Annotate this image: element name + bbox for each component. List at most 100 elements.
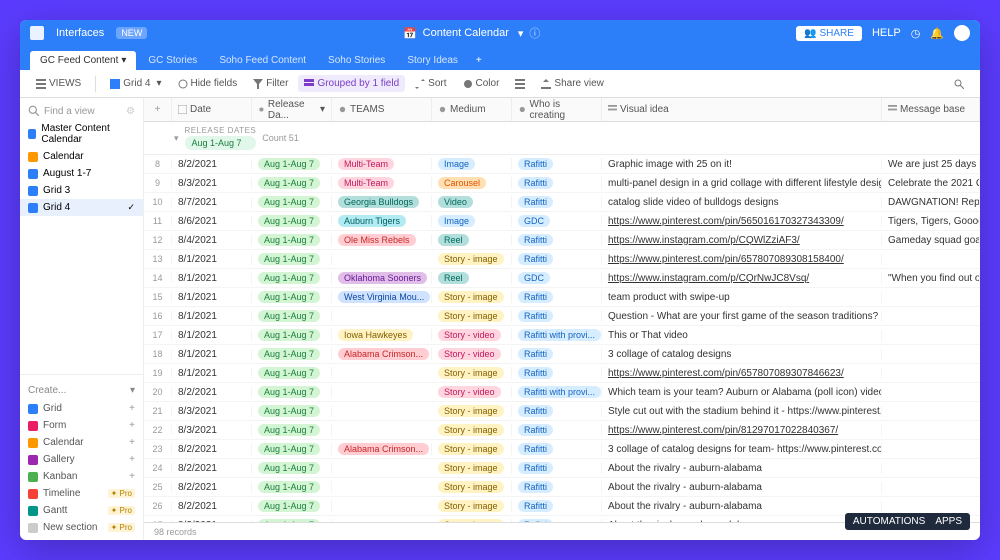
cell-date[interactable]: 8/1/2021 — [172, 273, 252, 284]
create-view-item[interactable]: Calendar+ — [20, 434, 143, 451]
row-height-button[interactable] — [509, 76, 531, 92]
rows-container[interactable]: ▾ RELEASE DATES Aug 1-Aug 7 Count 51 8 8… — [144, 122, 980, 522]
cell-medium[interactable]: Story - image — [432, 443, 512, 455]
cell-medium[interactable]: Image — [432, 158, 512, 170]
cell-release[interactable]: Aug 1-Aug 7 — [252, 424, 332, 436]
sidebar-view-item[interactable]: Grid 3 — [20, 182, 143, 199]
cell-creator[interactable]: Rafitti — [512, 443, 602, 455]
cell-medium[interactable]: Story - video — [432, 386, 512, 398]
col-message[interactable]: Message base — [882, 98, 980, 121]
cell-release[interactable]: Aug 1-Aug 7 — [252, 158, 332, 170]
create-view-item[interactable]: Gallery+ — [20, 451, 143, 468]
cell-visual[interactable]: catalog slide video of bulldogs designs — [602, 197, 882, 208]
table-row[interactable]: 13 8/1/2021 Aug 1-Aug 7 Story - image Ra… — [144, 250, 980, 269]
cell-release[interactable]: Aug 1-Aug 7 — [252, 291, 332, 303]
table-tab[interactable]: Story Ideas — [397, 51, 468, 70]
sidebar-view-item[interactable]: Master Content Calendar — [20, 120, 143, 148]
cell-date[interactable]: 8/3/2021 — [172, 425, 252, 436]
hide-fields-button[interactable]: Hide fields — [172, 75, 244, 92]
table-row[interactable]: 25 8/2/2021 Aug 1-Aug 7 Story - image Ra… — [144, 478, 980, 497]
cell-date[interactable]: 8/1/2021 — [172, 330, 252, 341]
cell-teams[interactable]: Multi-Team — [332, 158, 432, 170]
cell-date[interactable]: 8/3/2021 — [172, 178, 252, 189]
interfaces-link[interactable]: Interfaces — [56, 27, 104, 39]
table-row[interactable]: 20 8/2/2021 Aug 1-Aug 7 Story - video Ra… — [144, 383, 980, 402]
cell-date[interactable]: 8/2/2021 — [172, 482, 252, 493]
cell-date[interactable]: 8/1/2021 — [172, 311, 252, 322]
cell-creator[interactable]: Rafitti — [512, 158, 602, 170]
create-section-header[interactable]: Create...▾ — [20, 381, 143, 400]
create-view-item[interactable]: Timeline✦ Pro — [20, 485, 143, 502]
cell-release[interactable]: Aug 1-Aug 7 — [252, 234, 332, 246]
table-row[interactable]: 12 8/4/2021 Aug 1-Aug 7 Ole Miss Rebels … — [144, 231, 980, 250]
table-row[interactable]: 19 8/1/2021 Aug 1-Aug 7 Story - image Ra… — [144, 364, 980, 383]
col-date[interactable]: Date — [172, 98, 252, 121]
cell-creator[interactable]: GDC — [512, 272, 602, 284]
table-tab[interactable]: GC Stories — [138, 51, 207, 70]
cell-visual[interactable]: https://www.pinterest.com/pin/8129701702… — [602, 425, 882, 436]
cell-creator[interactable]: Rafitti — [512, 348, 602, 360]
sidebar-view-item[interactable]: Grid 4✓ — [20, 199, 143, 216]
cell-date[interactable]: 8/1/2021 — [172, 292, 252, 303]
link-text[interactable]: https://www.pinterest.com/pin/8129701702… — [608, 425, 838, 436]
cell-teams[interactable]: Alabama Crimson... — [332, 443, 432, 455]
cell-date[interactable]: 8/7/2021 — [172, 197, 252, 208]
create-view-item[interactable]: Kanban+ — [20, 468, 143, 485]
cell-date[interactable]: 8/4/2021 — [172, 235, 252, 246]
info-icon[interactable]: ⓘ — [529, 25, 540, 41]
cell-date[interactable]: 8/2/2021 — [172, 387, 252, 398]
table-row[interactable]: 14 8/1/2021 Aug 1-Aug 7 Oklahoma Sooners… — [144, 269, 980, 288]
cell-teams[interactable]: Iowa Hawkeyes — [332, 329, 432, 341]
cell-medium[interactable]: Story - image — [432, 500, 512, 512]
table-row[interactable]: 11 8/6/2021 Aug 1-Aug 7 Auburn Tigers Im… — [144, 212, 980, 231]
cell-date[interactable]: 8/2/2021 — [172, 444, 252, 455]
cell-medium[interactable]: Video — [432, 196, 512, 208]
avatar[interactable] — [954, 25, 970, 41]
cell-release[interactable]: Aug 1-Aug 7 — [252, 196, 332, 208]
link-text[interactable]: https://www.pinterest.com/pin/5650161703… — [608, 216, 844, 227]
create-view-item[interactable]: Gantt✦ Pro — [20, 502, 143, 519]
cell-medium[interactable]: Story - image — [432, 405, 512, 417]
col-visual[interactable]: Visual idea — [602, 98, 882, 121]
cell-visual[interactable]: 3 collage of catalog designs — [602, 349, 882, 360]
filter-button[interactable]: Filter — [247, 75, 294, 92]
group-button[interactable]: Grouped by 1 field — [298, 75, 405, 92]
sidebar-view-item[interactable]: Calendar — [20, 148, 143, 165]
col-medium[interactable]: Medium — [432, 98, 512, 121]
cell-message[interactable]: Celebrate the 2021 College Football seas… — [882, 178, 980, 189]
cell-release[interactable]: Aug 1-Aug 7 — [252, 500, 332, 512]
share-button[interactable]: 👥SHARE — [796, 26, 862, 41]
cell-creator[interactable]: Rafitti — [512, 291, 602, 303]
cell-creator[interactable]: Rafitti — [512, 310, 602, 322]
cell-date[interactable]: 8/2/2021 — [172, 501, 252, 512]
cell-medium[interactable]: Story - image — [432, 367, 512, 379]
color-button[interactable]: Color — [457, 75, 506, 92]
link-text[interactable]: https://www.pinterest.com/pin/6578070893… — [608, 254, 844, 265]
cell-teams[interactable]: Oklahoma Sooners — [332, 272, 432, 284]
chevron-down-icon[interactable]: ▾ — [518, 27, 524, 40]
cell-creator[interactable]: Rafitti with provi... — [512, 329, 602, 341]
cell-visual[interactable]: team product with swipe-up — [602, 292, 882, 303]
cell-medium[interactable]: Story - video — [432, 348, 512, 360]
history-icon[interactable]: ◷ — [911, 27, 921, 40]
cell-release[interactable]: Aug 1-Aug 7 — [252, 329, 332, 341]
cell-creator[interactable]: Rafitti with provi... — [512, 386, 602, 398]
table-tab[interactable]: GC Feed Content▾ — [30, 51, 136, 70]
col-teams[interactable]: TEAMS — [332, 98, 432, 121]
cell-message[interactable]: "When you find out one of your friends i… — [882, 273, 980, 284]
sidebar-view-item[interactable]: August 1-7 — [20, 165, 143, 182]
table-row[interactable]: 22 8/3/2021 Aug 1-Aug 7 Story - image Ra… — [144, 421, 980, 440]
table-row[interactable]: 15 8/1/2021 Aug 1-Aug 7 West Virginia Mo… — [144, 288, 980, 307]
cell-creator[interactable]: Rafitti — [512, 405, 602, 417]
cell-visual[interactable]: https://www.instagram.com/p/CQWlZziAF3/ — [602, 235, 882, 246]
table-row[interactable]: 21 8/3/2021 Aug 1-Aug 7 Story - image Ra… — [144, 402, 980, 421]
col-creator[interactable]: Who is creating — [512, 98, 602, 121]
link-text[interactable]: https://www.instagram.com/p/CQWlZziAF3/ — [608, 235, 800, 246]
create-view-item[interactable]: Grid+ — [20, 400, 143, 417]
expand-col[interactable]: + — [144, 98, 172, 121]
cell-creator[interactable]: Rafitti — [512, 177, 602, 189]
table-row[interactable]: 18 8/1/2021 Aug 1-Aug 7 Alabama Crimson.… — [144, 345, 980, 364]
app-logo-icon[interactable] — [30, 26, 44, 40]
table-tab[interactable]: Soho Stories — [318, 51, 395, 70]
table-row[interactable]: 9 8/3/2021 Aug 1-Aug 7 Multi-Team Carous… — [144, 174, 980, 193]
